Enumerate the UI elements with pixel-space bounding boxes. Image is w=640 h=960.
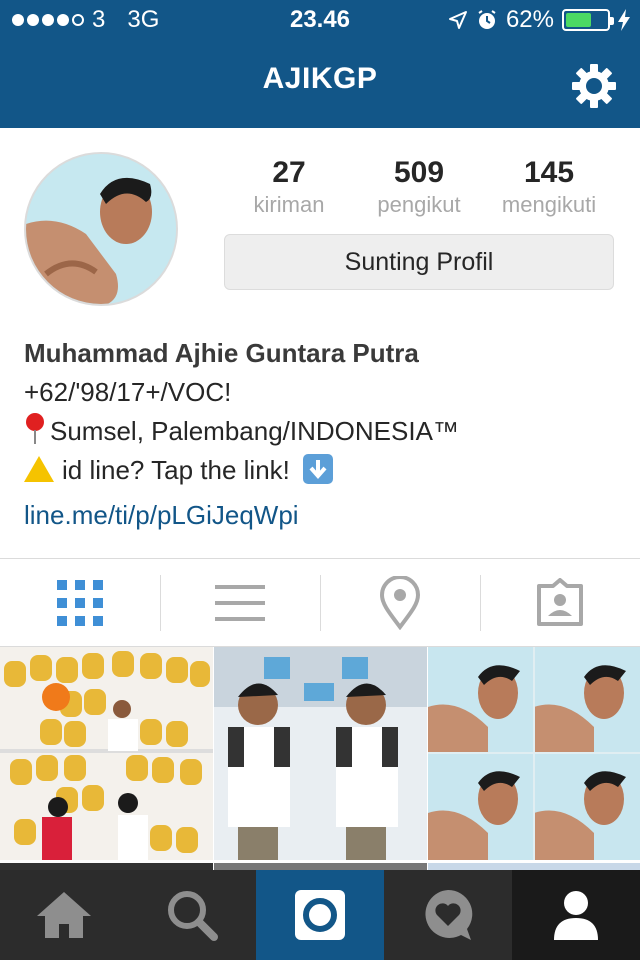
bio-line: Sumsel, Palembang/INDONESIA™ — [50, 416, 459, 446]
stat-label: kiriman — [253, 192, 325, 217]
posts-count[interactable]: 27 kiriman — [224, 156, 354, 220]
nav-activity[interactable] — [384, 870, 512, 960]
search-icon — [168, 891, 218, 941]
charging-bolt-icon — [618, 9, 630, 31]
profile-stats: 27 kiriman 509 pengikut 145 mengikuti — [224, 156, 614, 220]
stat-value: 509 — [393, 156, 445, 189]
alarm-icon — [478, 10, 496, 29]
nav-home[interactable] — [0, 870, 128, 960]
bio-line: id line? Tap the link! — [62, 455, 290, 485]
followers-count[interactable]: 509 pengikut — [354, 156, 484, 220]
person-icon — [554, 891, 598, 940]
stat-label: mengikuti — [501, 192, 597, 217]
profile-username-title: AJIKGP — [262, 62, 378, 95]
view-tabs — [0, 559, 640, 647]
tab-tagged-view[interactable] — [480, 559, 640, 647]
nav-camera[interactable] — [256, 870, 384, 960]
photo-thumbnail[interactable] — [0, 647, 213, 860]
bio-line: +62/'98/17+/VOC! — [24, 377, 232, 407]
edit-profile-button[interactable]: Sunting Profil — [224, 234, 614, 290]
list-icon — [215, 585, 265, 621]
stat-value: 145 — [523, 156, 575, 189]
heart-bubble-icon — [425, 889, 473, 940]
photo-grid — [0, 647, 640, 870]
red-pin-icon — [26, 413, 44, 444]
down-arrow-icon — [303, 454, 334, 484]
stat-label: pengikut — [377, 192, 461, 217]
avatar[interactable] — [24, 152, 178, 306]
tab-list-view[interactable] — [160, 559, 320, 647]
location-arrow-icon — [448, 11, 467, 29]
grid-icon — [57, 580, 103, 626]
profile-link[interactable]: line.me/ti/p/pLGiJeqWpi — [24, 496, 624, 535]
nav-explore[interactable] — [128, 870, 256, 960]
stat-value: 27 — [272, 156, 306, 189]
full-name: Muhammad Ajhie Guntara Putra — [24, 338, 419, 368]
nav-profile[interactable] — [512, 870, 640, 960]
location-pin-icon — [379, 576, 421, 630]
warning-icon — [24, 456, 54, 482]
bottom-navigation — [0, 870, 640, 960]
camera-icon — [295, 890, 345, 940]
status-bar: 3 3G 23.46 62% — [0, 0, 640, 40]
profile-bio: Muhammad Ajhie Guntara Putra +62/'98/17+… — [24, 334, 624, 535]
tagged-person-icon — [537, 578, 583, 626]
battery-percent: 62% — [505, 6, 554, 33]
gear-icon[interactable] — [570, 62, 618, 110]
top-bar: 3 3G 23.46 62% AJIKGP — [0, 0, 640, 128]
home-icon — [37, 892, 91, 938]
battery-icon — [562, 9, 614, 31]
tab-location-view[interactable] — [320, 559, 480, 647]
following-count[interactable]: 145 mengikuti — [484, 156, 614, 220]
tab-grid-view[interactable] — [0, 559, 160, 647]
photo-thumbnail[interactable] — [428, 647, 640, 860]
photo-thumbnail[interactable] — [214, 647, 427, 860]
